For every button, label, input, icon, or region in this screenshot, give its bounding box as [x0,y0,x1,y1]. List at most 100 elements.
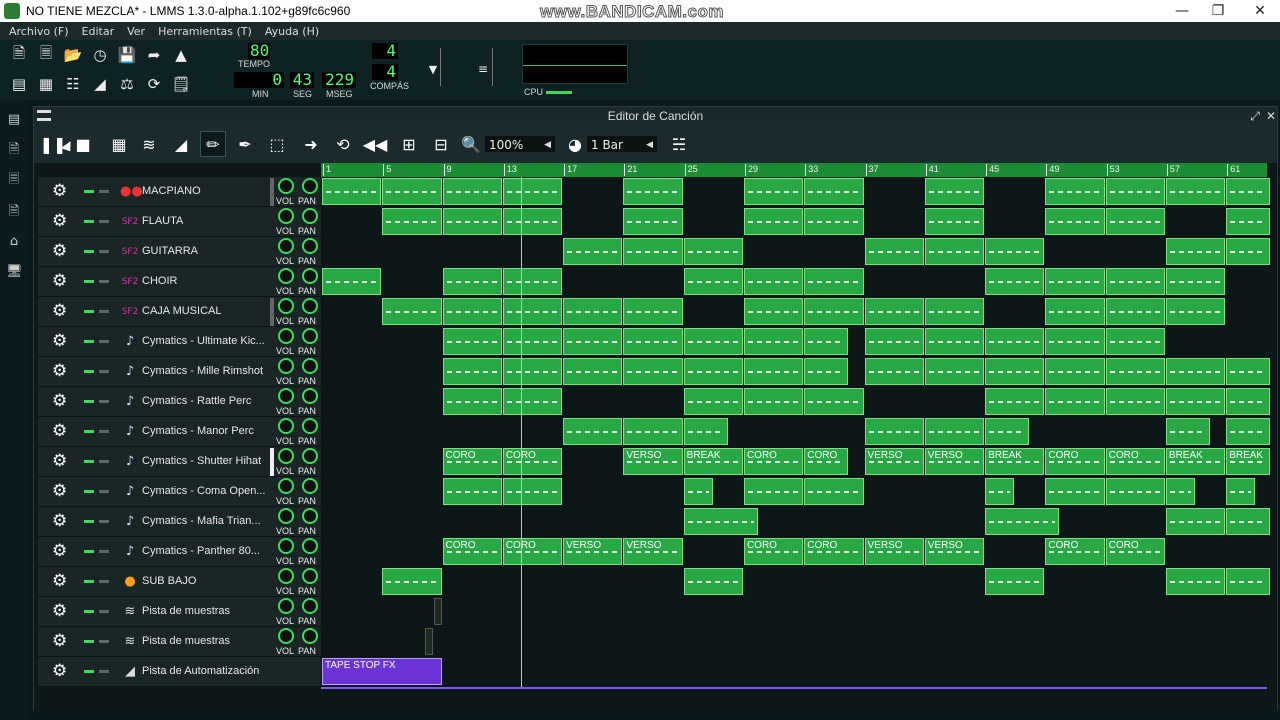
mute-button[interactable] [84,310,94,313]
pattern-block[interactable] [1165,508,1226,535]
automation-pattern[interactable]: TAPE STOP FX [322,658,442,685]
close-button[interactable]: ✕ [1240,0,1280,22]
new-project-icon[interactable]: 🗎 [8,44,30,66]
volume-knob[interactable] [278,238,294,254]
pan-knob[interactable] [302,598,318,614]
pattern-block[interactable] [985,328,1045,355]
gear-icon[interactable]: ⚙ [52,213,67,230]
pattern-block[interactable] [502,268,563,295]
pattern-block[interactable] [563,418,623,445]
pattern-block[interactable] [1105,328,1165,355]
volume-knob[interactable] [278,388,294,404]
track-name[interactable]: Cymatics - Mafia Trian... [142,515,261,527]
track-header[interactable]: ⚙ SF2 CHOIR VOL PAN [38,267,321,297]
pattern-block[interactable] [382,298,442,325]
pattern-block[interactable]: VERSO [924,538,985,565]
pattern-block[interactable] [502,298,563,325]
mute-button[interactable] [84,550,94,553]
my-presets-icon[interactable]: 🗎 [6,204,22,220]
save-project-icon[interactable]: 💾 [116,44,138,66]
solo-button[interactable] [99,310,109,313]
menu-herramientas[interactable]: Herramientas (T) [158,25,252,38]
pattern-block[interactable] [985,358,1045,385]
pan-knob[interactable] [302,268,318,284]
pattern-block[interactable] [1165,478,1196,505]
proportional-snap-icon[interactable]: ☵ [666,131,692,157]
pattern-block[interactable] [804,298,864,325]
pattern-block[interactable] [804,328,849,355]
close-subwindow-icon[interactable]: ✕ [1264,107,1278,125]
menu-ver[interactable]: Ver [127,25,145,38]
fx-mixer-icon[interactable]: ⚖ [116,73,138,95]
gear-icon[interactable]: ⚙ [52,423,67,440]
volume-knob[interactable] [278,478,294,494]
solo-button[interactable] [99,250,109,253]
mute-button[interactable] [84,220,94,223]
export-project-icon[interactable]: ➦ [143,44,165,66]
pattern-block[interactable] [382,178,442,205]
pattern-block[interactable] [1105,358,1165,385]
solo-button[interactable] [99,580,109,583]
recent-projects-icon[interactable]: ◷ [89,44,111,66]
solo-button[interactable] [99,370,109,373]
pattern-block[interactable]: VERSO [864,448,924,475]
pattern-block[interactable]: CORO [442,448,502,475]
pattern-block[interactable] [1165,238,1226,265]
pattern-block[interactable] [322,178,382,205]
master-volume-slider[interactable] [440,48,460,86]
solo-button[interactable] [99,610,109,613]
solo-button[interactable] [99,490,109,493]
pattern-block[interactable] [442,388,502,415]
volume-knob[interactable] [278,628,294,644]
track-header[interactable]: ⚙ ♪ Cymatics - Panther 80... VOL PAN [38,537,321,567]
pattern-block[interactable] [1045,328,1105,355]
volume-knob[interactable] [278,358,294,374]
pattern-block[interactable] [683,358,743,385]
track-header[interactable]: ⚙ ♪ Cymatics - Rattle Perc VOL PAN [38,387,321,417]
track-header[interactable]: ⚙ SF2 CAJA MUSICAL VOL PAN [38,297,321,327]
pattern-block[interactable]: BREAK [985,448,1045,475]
solo-button[interactable] [99,190,109,193]
mute-button[interactable] [84,400,94,403]
solo-button[interactable] [99,640,109,643]
menu-archivo[interactable]: Archivo (F) [9,25,69,38]
track-header[interactable]: ⚙ ≋ Pista de muestras VOL PAN [38,627,321,657]
my-projects-icon[interactable]: 🗎 [6,142,22,158]
my-samples-icon[interactable]: 🗏 [6,172,22,188]
track-header[interactable]: ⚙ ♪ Cymatics - Manor Perc VOL PAN [38,417,321,447]
volume-knob[interactable] [278,418,294,434]
mute-button[interactable] [84,190,94,193]
mute-button[interactable] [84,370,94,373]
volume-knob[interactable] [278,268,294,284]
pattern-block[interactable] [1226,508,1271,535]
pattern-block[interactable] [1165,418,1211,445]
pattern-block[interactable] [322,268,382,295]
stop-behaviour-icon[interactable]: ◀◀ [362,131,388,157]
pattern-block[interactable] [743,268,804,295]
gear-icon[interactable]: ⚙ [52,453,67,470]
pattern-block[interactable]: CORO [743,538,804,565]
pattern-block[interactable] [563,358,623,385]
time-signature-denominator[interactable]: 4 [372,64,398,80]
pan-knob[interactable] [302,358,318,374]
pattern-block[interactable] [985,388,1045,415]
pattern-block[interactable]: VERSO [924,448,985,475]
pattern-block[interactable] [442,358,502,385]
pattern-block[interactable] [683,508,759,535]
pause-icon[interactable]: ❚❚ [40,131,67,157]
pattern-block[interactable] [924,418,985,445]
track-name[interactable]: FLAUTA [142,215,183,227]
pattern-block[interactable] [683,328,743,355]
track-name[interactable]: MACPIANO [142,185,201,197]
pattern-block[interactable] [502,178,563,205]
pattern-block[interactable] [442,328,502,355]
pattern-block[interactable] [1045,298,1105,325]
minimize-button[interactable]: — [1162,0,1202,22]
track-header[interactable]: ⚙ ♪ Cymatics - Coma Open... VOL PAN [38,477,321,507]
pattern-block[interactable]: CORO [502,538,563,565]
quantize-select[interactable]: 1 Bar ◀ [586,135,658,153]
mute-button[interactable] [84,340,94,343]
pattern-block[interactable] [804,268,864,295]
mute-button[interactable] [84,670,94,673]
pattern-block[interactable] [502,388,563,415]
